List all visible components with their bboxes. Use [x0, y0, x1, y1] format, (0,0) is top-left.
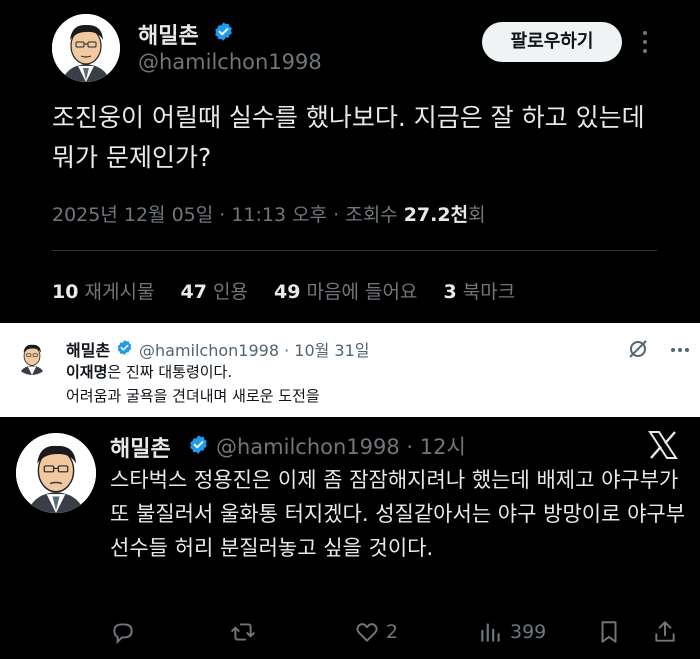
repost-button[interactable] [230, 617, 256, 647]
avatar[interactable] [16, 433, 96, 513]
share-button[interactable] [652, 617, 678, 647]
bookmarks-count: 3 [443, 281, 457, 303]
verified-badge-icon [190, 435, 207, 454]
follow-button[interactable]: 팔로우하기 [482, 22, 622, 62]
post-stats: 10 재게시물 47 인용 49 마음에 들어요 3 북마크 [52, 277, 515, 304]
likes-count: 49 [273, 281, 301, 303]
x-logo-icon [648, 431, 678, 459]
post-text: 조진웅이 어릴때 실수를 했나보다. 지금은 잘 하고 있는데 뭐가 문제인가? [52, 103, 645, 172]
grok-icon[interactable] [626, 337, 650, 361]
reposts-count: 10 [52, 281, 79, 303]
more-options-icon[interactable] [670, 347, 690, 353]
third-post: 해밀촌 @hamilchon1998 · 12시 스타벅스 정용진은 이제 좀 … [0, 417, 700, 659]
avatar-cartoon-icon [52, 14, 120, 82]
views-button[interactable]: 399 [478, 617, 546, 647]
like-button[interactable]: 2 [354, 617, 398, 647]
verified-badge-icon [117, 340, 132, 355]
quoted-text-line2: 어려움과 굴욕을 견뎌내며 새로운 도전을 [66, 387, 320, 405]
repost-icon [231, 623, 255, 641]
avatar-cartoon-icon [16, 433, 96, 513]
post-text: 스타벅스 정용진은 이제 좀 잠잠해지려나 했는데 배제고 야구부가 또 불질러… [110, 468, 686, 560]
avatar[interactable] [14, 339, 50, 375]
quoted-text-line1: 이재명은 진짜 대통령이다. [66, 361, 232, 382]
reposts-label: 재게시물 [84, 281, 155, 303]
author-name[interactable]: 해밀촌 [138, 18, 199, 50]
author-name[interactable]: 해밀촌 [110, 431, 171, 463]
post-meta: 2025년 12월 05일 · 11:13 오후 · 조회수 27.2천회 [52, 200, 486, 227]
bookmarks-label: 북마크 [462, 281, 516, 303]
quoted-bold-name: 이재명 [66, 363, 108, 381]
stat-bookmarks[interactable]: 3 북마크 [443, 281, 515, 303]
avatar-cartoon-icon [14, 339, 50, 375]
quotes-label: 인용 [212, 281, 248, 303]
stat-reposts[interactable]: 10 재게시물 [52, 281, 154, 303]
main-post: 해밀촌 @hamilchon1998 팔로우하기 조진웅이 어릴때 실수를 했나… [0, 0, 700, 323]
view-suffix: 회 [468, 204, 486, 226]
likes-label: 마음에 들어요 [306, 281, 418, 303]
divider [52, 250, 657, 251]
avatar[interactable] [52, 14, 120, 82]
views-chart-icon [481, 623, 500, 642]
view-count: 399 [510, 621, 547, 643]
quotes-count: 47 [180, 281, 207, 303]
reply-icon [113, 623, 133, 645]
quoted-text-rest: 은 진짜 대통령이다. [107, 363, 233, 381]
stat-quotes[interactable]: 47 인용 [180, 281, 247, 303]
author-handle-time[interactable]: @hamilchon1998 · 12시 [216, 431, 466, 461]
post-date[interactable]: 2025년 12월 05일 · 11:13 오후 · 조회수 [52, 204, 404, 226]
more-options-icon[interactable] [641, 30, 649, 54]
verified-badge-icon [215, 22, 232, 41]
bookmark-button[interactable] [596, 617, 622, 647]
quoted-post[interactable]: 해밀촌 @hamilchon1998 · 10월 31일 이재명은 진짜 대통령… [0, 323, 700, 417]
like-count: 2 [386, 621, 399, 643]
share-icon [655, 621, 675, 642]
heart-icon [356, 623, 378, 642]
action-bar: 2 399 [110, 617, 690, 647]
author-handle[interactable]: @hamilchon1998 [138, 50, 322, 74]
bookmark-icon [601, 621, 617, 643]
view-count: 27.2천 [403, 204, 469, 226]
author-handle-date[interactable]: @hamilchon1998 · 10월 31일 [139, 337, 370, 361]
author-name[interactable]: 해밀촌 [66, 337, 110, 361]
reply-button[interactable] [110, 617, 136, 647]
stat-likes[interactable]: 49 마음에 들어요 [274, 281, 417, 303]
